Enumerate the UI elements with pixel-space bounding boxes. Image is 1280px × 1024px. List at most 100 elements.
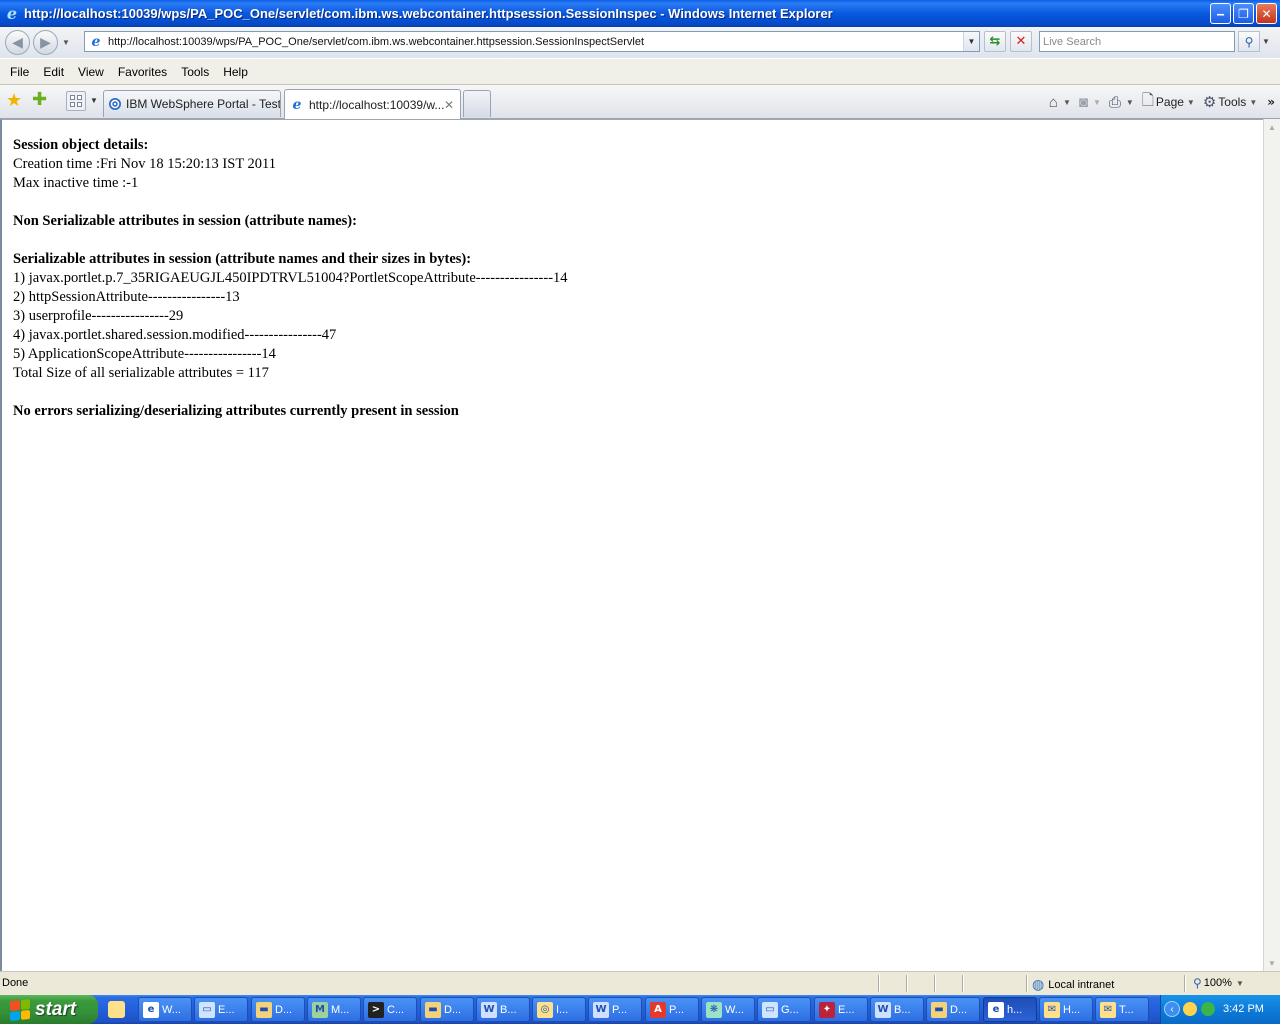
taskbar-button[interactable]: W P... xyxy=(588,997,642,1022)
tab-session-inspect[interactable]: e http://localhost:10039/w... ✕ xyxy=(284,89,461,119)
page-menu-button[interactable]: 🗋 Page ▼ xyxy=(1142,90,1195,115)
menu-bar: File Edit View Favorites Tools Help xyxy=(0,58,1280,85)
attribute-item: 2) httpSessionAttribute----------------1… xyxy=(13,289,240,305)
max-inactive-time: Max inactive time :-1 xyxy=(13,175,139,191)
taskbar-button[interactable]: ▬ D... xyxy=(251,997,305,1022)
serializable-heading: Serializable attributes in session (attr… xyxy=(13,251,472,267)
address-bar: e ▼ xyxy=(84,31,980,52)
vertical-scrollbar[interactable]: ▲ ▼ xyxy=(1263,119,1280,971)
add-favorites-icon[interactable]: ✚ xyxy=(32,90,47,108)
menu-tools[interactable]: Tools xyxy=(174,63,216,81)
app-icon: W xyxy=(593,1001,609,1018)
tab-websphere-portal[interactable]: IBM WebSphere Portal - Test xyxy=(103,90,281,117)
scroll-up-icon[interactable]: ▲ xyxy=(1264,119,1280,135)
refresh-icon: ⇆ xyxy=(989,34,1001,49)
recent-pages-dropdown-icon[interactable]: ▼ xyxy=(62,38,70,47)
security-zone[interactable]: ◍ Local intranet xyxy=(1032,976,1114,993)
taskbar-button[interactable]: e W... xyxy=(138,997,192,1022)
taskbar-button-label: M... xyxy=(331,1003,350,1016)
menu-edit[interactable]: Edit xyxy=(36,63,71,81)
websphere-icon xyxy=(108,96,122,112)
app-icon: ▭ xyxy=(762,1001,778,1018)
taskbar-button-label: E... xyxy=(838,1003,855,1016)
more-commands-icon[interactable]: » xyxy=(1267,95,1275,109)
taskbar-button[interactable]: > C... xyxy=(363,997,417,1022)
zoom-level[interactable]: ⚲ 100% ▼ xyxy=(1193,976,1248,990)
taskbar-button-label: I... xyxy=(556,1003,569,1016)
forward-arrow-icon: ▶ xyxy=(40,34,51,51)
app-icon: ▬ xyxy=(425,1001,441,1018)
back-button[interactable]: ◀ xyxy=(5,30,30,55)
menu-help[interactable]: Help xyxy=(216,63,255,81)
address-input[interactable] xyxy=(108,35,963,48)
zoom-label: 100% xyxy=(1203,977,1232,989)
home-button[interactable]: ⌂ ▼ xyxy=(1049,94,1071,111)
taskbar-button[interactable]: ◎ I... xyxy=(532,997,586,1022)
close-button[interactable]: ✕ xyxy=(1256,3,1277,24)
scroll-down-icon[interactable]: ▼ xyxy=(1264,955,1280,971)
clock: 3:42 PM xyxy=(1223,1003,1264,1015)
menu-file[interactable]: File xyxy=(3,63,36,81)
taskbar-button[interactable]: e h... xyxy=(983,997,1037,1022)
chevron-down-icon: ▼ xyxy=(1249,97,1258,107)
taskbar-button[interactable]: W B... xyxy=(870,997,924,1022)
forward-button[interactable]: ▶ xyxy=(33,30,58,55)
stop-icon: ✕ xyxy=(1015,34,1027,49)
taskbar-button[interactable]: ✦ E... xyxy=(814,997,868,1022)
attribute-item: 1) javax.portlet.p.7_35RIGAEUGJL450IPDTR… xyxy=(13,270,568,286)
taskbar-button[interactable]: ▭ G... xyxy=(757,997,811,1022)
tray-app-icon[interactable] xyxy=(1183,1002,1197,1016)
minimize-button[interactable]: ‒ xyxy=(1210,3,1231,24)
close-tab-icon[interactable]: ✕ xyxy=(444,98,454,112)
total-size: Total Size of all serializable attribute… xyxy=(13,365,269,381)
taskbar-button[interactable]: ▬ D... xyxy=(926,997,980,1022)
taskbar-button[interactable]: ✉ T... xyxy=(1095,997,1149,1022)
taskbar-button[interactable]: W B... xyxy=(476,997,530,1022)
search-options-dropdown-icon[interactable]: ▼ xyxy=(1262,37,1270,46)
tools-menu-label: Tools xyxy=(1218,95,1247,109)
menu-favorites[interactable]: Favorites xyxy=(111,63,174,81)
attribute-item: 5) ApplicationScopeAttribute------------… xyxy=(13,346,276,362)
start-button[interactable]: start xyxy=(0,995,98,1024)
chevron-down-icon: ▼ xyxy=(967,37,976,46)
stop-button[interactable]: ✕ xyxy=(1010,31,1032,52)
address-dropdown-button[interactable]: ▼ xyxy=(963,32,979,51)
menu-view[interactable]: View xyxy=(71,63,111,81)
print-button[interactable]: ⎙ ▼ xyxy=(1109,94,1134,111)
favorites-center-icon[interactable]: ★ xyxy=(6,91,22,109)
taskbar-button[interactable]: M M... xyxy=(307,997,361,1022)
taskbar: start e W... ▭ E... ▬ D... M M... > C... ▬ D... W B..… xyxy=(0,995,1280,1024)
tab-list-dropdown-icon[interactable]: ▼ xyxy=(90,96,98,105)
network-icon[interactable] xyxy=(1201,1002,1215,1016)
system-tray: ‹ 3:42 PM xyxy=(1160,995,1280,1024)
messenger-quicklaunch-icon[interactable] xyxy=(108,1001,125,1018)
tab-label: http://localhost:10039/w... xyxy=(309,97,445,112)
tools-menu-button[interactable]: ⚙ Tools ▼ xyxy=(1203,93,1257,111)
search-input[interactable] xyxy=(1040,32,1234,51)
app-icon: ❋ xyxy=(706,1001,722,1018)
taskbar-button-label: D... xyxy=(444,1003,462,1016)
taskbar-button[interactable]: ❋ W... xyxy=(701,997,755,1022)
chevron-down-icon: ▼ xyxy=(1125,97,1134,107)
attribute-item: 3) userprofile----------------29 xyxy=(13,308,184,324)
magnifier-icon: ⚲ xyxy=(1193,976,1202,990)
taskbar-button-label: E... xyxy=(218,1003,235,1016)
back-arrow-icon: ◀ xyxy=(12,34,23,51)
new-tab-button[interactable] xyxy=(463,90,491,117)
taskbar-button[interactable]: ✉ H... xyxy=(1039,997,1093,1022)
app-icon: ▭ xyxy=(199,1001,215,1018)
search-button[interactable]: ⚲ xyxy=(1238,31,1260,52)
refresh-button[interactable]: ⇆ xyxy=(984,31,1006,52)
show-hidden-icons-icon[interactable]: ‹ xyxy=(1164,1001,1180,1017)
taskbar-button-label: W... xyxy=(162,1003,181,1016)
gear-icon: ⚙ xyxy=(1202,94,1217,111)
taskbar-button[interactable]: ▭ E... xyxy=(194,997,248,1022)
restore-button[interactable]: ❐ xyxy=(1233,3,1254,24)
feeds-button[interactable]: ◙ ▼ xyxy=(1079,94,1101,111)
home-icon: ⌂ xyxy=(1048,93,1058,111)
quick-tabs-icon[interactable] xyxy=(66,91,86,111)
app-icon: e xyxy=(143,1001,159,1018)
page-menu-label: Page xyxy=(1155,95,1184,109)
taskbar-button[interactable]: A P... xyxy=(645,997,699,1022)
taskbar-button[interactable]: ▬ D... xyxy=(420,997,474,1022)
